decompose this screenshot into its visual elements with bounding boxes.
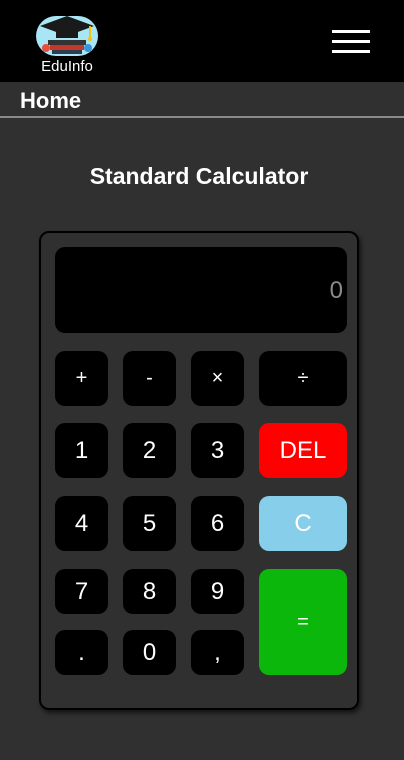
minus-button[interactable]: - (123, 351, 176, 406)
digit-9-button[interactable]: 9 (191, 569, 244, 614)
digit-5-button[interactable]: 5 (123, 496, 176, 551)
digit-2-button[interactable]: 2 (123, 423, 176, 478)
digit-8-button[interactable]: 8 (123, 569, 176, 614)
multiply-button[interactable]: × (191, 351, 244, 406)
digit-4-button[interactable]: 4 (55, 496, 108, 551)
page-title: Standard Calculator (89, 163, 309, 189)
calculator-display: 0 (55, 247, 347, 333)
comma-button[interactable]: , (191, 630, 244, 675)
digit-6-button[interactable]: 6 (191, 496, 244, 551)
equals-button[interactable]: = (259, 569, 347, 675)
hamburger-menu-button[interactable] (332, 28, 372, 56)
menu-bar-bottom (332, 50, 370, 53)
top-navigation-bar: EduInfo (0, 0, 404, 82)
digit-1-button[interactable]: 1 (55, 423, 108, 478)
menu-bar-middle (332, 40, 370, 43)
divider (0, 116, 404, 118)
breadcrumb-home[interactable]: Home (20, 88, 81, 114)
eduinfo-logo[interactable]: EduInfo (34, 10, 100, 76)
logo-text: EduInfo (41, 58, 93, 75)
digit-7-button[interactable]: 7 (55, 569, 108, 614)
decimal-point-button[interactable]: . (55, 630, 108, 675)
menu-bar-top (332, 30, 370, 33)
display-value: 0 (329, 277, 343, 304)
digit-0-button[interactable]: 0 (123, 630, 176, 675)
divide-button[interactable]: ÷ (259, 351, 347, 406)
graduation-cap-icon (40, 16, 94, 54)
digit-3-button[interactable]: 3 (191, 423, 244, 478)
delete-button[interactable]: DEL (259, 423, 347, 478)
clear-button[interactable]: C (259, 496, 347, 551)
plus-button[interactable]: + (55, 351, 108, 406)
calculator: 0 + - × ÷ 1 2 3 DEL 4 5 6 C 7 8 9 = . 0 … (39, 231, 359, 710)
